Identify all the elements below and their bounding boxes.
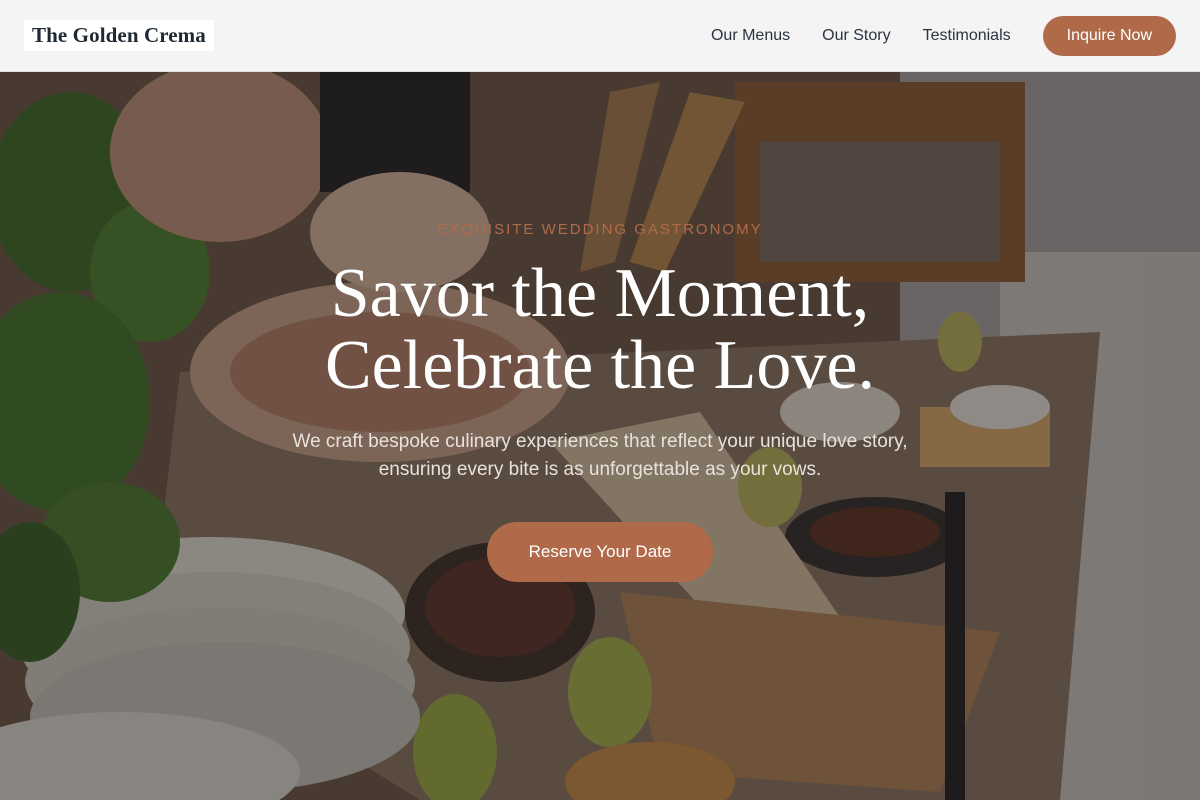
hero-content: EXQUISITE WEDDING GASTRONOMY Savor the M… bbox=[0, 72, 1200, 800]
inquire-now-button[interactable]: Inquire Now bbox=[1042, 15, 1176, 56]
hero-headline: Savor the Moment, Celebrate the Love. bbox=[0, 258, 1200, 402]
site-header: The Golden Crema Our Menus Our Story Tes… bbox=[0, 0, 1200, 72]
reserve-your-date-button[interactable]: Reserve Your Date bbox=[487, 522, 713, 582]
main-nav: Our Menus Our Story Testimonials Inquire… bbox=[711, 15, 1176, 56]
hero-subtext-line-2: ensuring every bite is as unforgettable … bbox=[378, 459, 822, 480]
hero-headline-line-1: Savor the Moment, bbox=[330, 255, 870, 332]
brand-logo[interactable]: The Golden Crema bbox=[24, 20, 214, 51]
hero-headline-line-2: Celebrate the Love. bbox=[324, 327, 876, 404]
nav-link-testimonials[interactable]: Testimonials bbox=[923, 27, 1011, 45]
hero-subtext: We craft bespoke culinary experiences th… bbox=[0, 428, 1200, 484]
hero-eyebrow: EXQUISITE WEDDING GASTRONOMY bbox=[437, 221, 763, 238]
nav-link-our-story[interactable]: Our Story bbox=[822, 27, 890, 45]
nav-link-our-menus[interactable]: Our Menus bbox=[711, 27, 790, 45]
hero-section: EXQUISITE WEDDING GASTRONOMY Savor the M… bbox=[0, 72, 1200, 800]
hero-subtext-line-1: We craft bespoke culinary experiences th… bbox=[292, 431, 908, 452]
